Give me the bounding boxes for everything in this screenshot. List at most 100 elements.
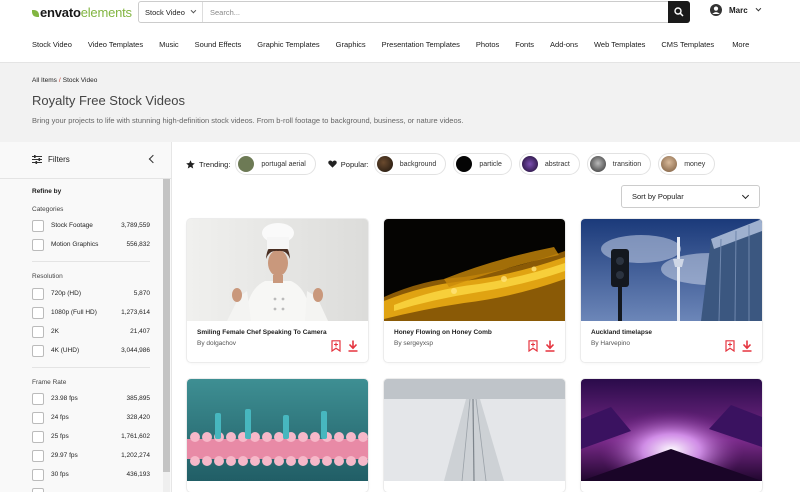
collapse-sidebar-icon[interactable] xyxy=(148,154,158,164)
bookmark-add-icon[interactable] xyxy=(331,340,341,352)
bookmark-add-icon[interactable] xyxy=(725,340,735,352)
video-card[interactable] xyxy=(384,379,565,492)
video-card[interactable] xyxy=(581,379,762,492)
video-thumbnail[interactable] xyxy=(581,219,762,321)
checkbox[interactable] xyxy=(32,238,44,251)
popular-chip[interactable]: money xyxy=(658,153,716,175)
sort-dropdown[interactable]: Sort by Popular xyxy=(621,185,760,208)
checkbox[interactable] xyxy=(32,287,44,300)
filter-option[interactable]: 720p (HD) 5,870 xyxy=(32,287,150,300)
breadcrumb: All Items / Stock Video xyxy=(32,77,98,84)
chip-thumbnail xyxy=(589,156,606,172)
nav-graphic-templates[interactable]: Graphic Templates xyxy=(257,40,319,49)
nav-web-templates[interactable]: Web Templates xyxy=(594,40,645,49)
checkbox[interactable] xyxy=(32,468,44,481)
filter-option[interactable]: 29.97 fps 1,202,274 xyxy=(32,449,150,462)
video-title[interactable]: Honey Flowing on Honey Comb xyxy=(394,329,492,336)
nav-sound-effects[interactable]: Sound Effects xyxy=(195,40,242,49)
search-bar: Stock Video xyxy=(138,1,690,23)
filter-option[interactable]: Motion Graphics 556,832 xyxy=(32,238,150,251)
breadcrumb-current: Stock Video xyxy=(62,77,98,84)
filter-option[interactable]: 1080p (Full HD) 1,273,614 xyxy=(32,306,150,319)
trending-label: Trending: xyxy=(186,160,230,169)
chip-thumbnail xyxy=(238,156,255,172)
video-card[interactable]: Auckland timelapse By Harvepino xyxy=(581,219,762,362)
user-name: Marc xyxy=(729,5,748,15)
chevron-down-icon xyxy=(741,191,750,200)
breadcrumb-all-items[interactable]: All Items xyxy=(32,77,57,84)
download-icon[interactable] xyxy=(742,340,752,352)
video-thumbnail[interactable] xyxy=(384,379,565,481)
popular-chip[interactable]: background xyxy=(373,153,447,175)
scrollbar-thumb[interactable] xyxy=(163,179,170,472)
video-card[interactable]: Smiling Female Chef Speaking To Camera B… xyxy=(187,219,368,362)
search-button[interactable] xyxy=(668,1,690,23)
video-card[interactable] xyxy=(187,379,368,492)
filter-option[interactable]: 25 fps 1,761,602 xyxy=(32,430,150,443)
checkbox[interactable] xyxy=(32,430,44,443)
filters-sidebar: Filters Refine by Categories Stock Foota… xyxy=(0,142,172,492)
checkbox[interactable] xyxy=(32,325,44,338)
chip-thumbnail xyxy=(521,156,538,172)
popular-chip[interactable]: transition xyxy=(586,153,652,175)
user-menu[interactable]: Marc xyxy=(710,4,761,16)
category-dropdown[interactable]: Stock Video xyxy=(139,2,203,22)
video-card[interactable]: Honey Flowing on Honey Comb By sergeyxsp xyxy=(384,219,565,362)
filters-header: Filters xyxy=(32,155,70,164)
hero-banner: All Items / Stock Video Royalty Free Stock… xyxy=(0,62,800,142)
search-input[interactable] xyxy=(203,2,668,22)
checkbox[interactable] xyxy=(32,487,44,492)
nav-fonts[interactable]: Fonts xyxy=(515,40,534,49)
frame-rate-title: Frame Rate xyxy=(32,379,67,386)
nav-music[interactable]: Music xyxy=(159,40,179,49)
checkbox[interactable] xyxy=(32,449,44,462)
envato-logo[interactable]: envato elements xyxy=(32,5,132,20)
download-icon[interactable] xyxy=(545,340,555,352)
nav-cms-templates[interactable]: CMS Templates xyxy=(661,40,714,49)
checkbox[interactable] xyxy=(32,344,44,357)
popular-label: Popular: xyxy=(328,160,369,169)
popular-chip[interactable]: particle xyxy=(453,153,512,175)
bookmark-add-icon[interactable] xyxy=(528,340,538,352)
nav-presentation-templates[interactable]: Presentation Templates xyxy=(382,40,460,49)
filter-option[interactable]: 23.98 fps 385,895 xyxy=(32,392,150,405)
filter-option[interactable]: 2K 21,407 xyxy=(32,325,150,338)
popular-chip[interactable]: abstract xyxy=(518,153,580,175)
video-author[interactable]: By dolgachov xyxy=(197,340,236,347)
video-thumbnail[interactable] xyxy=(187,379,368,481)
checkbox[interactable] xyxy=(32,392,44,405)
checkbox[interactable] xyxy=(32,306,44,319)
video-author[interactable]: By Harvepino xyxy=(591,340,630,347)
video-thumbnail[interactable] xyxy=(187,219,368,321)
nav-video-templates[interactable]: Video Templates xyxy=(88,40,143,49)
filter-option[interactable] xyxy=(32,487,150,492)
trending-chip[interactable]: portugal aerial xyxy=(235,153,316,175)
heart-icon xyxy=(328,160,337,168)
page-title: Royalty Free Stock Videos xyxy=(32,93,185,108)
resolution-title: Resolution xyxy=(32,273,63,280)
divider xyxy=(32,367,150,368)
video-author[interactable]: By sergeyxsp xyxy=(394,340,433,347)
checkbox[interactable] xyxy=(32,411,44,424)
star-icon xyxy=(186,159,195,168)
divider xyxy=(32,261,150,262)
download-icon[interactable] xyxy=(348,340,358,352)
nav-photos[interactable]: Photos xyxy=(476,40,499,49)
video-title[interactable]: Smiling Female Chef Speaking To Camera xyxy=(197,329,327,336)
video-title[interactable]: Auckland timelapse xyxy=(591,329,652,336)
checkbox[interactable] xyxy=(32,219,44,232)
video-thumbnail[interactable] xyxy=(581,379,762,481)
filter-option[interactable]: 24 fps 328,420 xyxy=(32,411,150,424)
search-suggestions: Trending: portugal aerial Popular: backg… xyxy=(186,153,722,175)
filter-option[interactable]: Stock Footage 3,789,559 xyxy=(32,219,150,232)
nav-graphics[interactable]: Graphics xyxy=(336,40,366,49)
nav-more[interactable]: More xyxy=(732,40,749,49)
page-description: Bring your projects to life with stunnin… xyxy=(32,116,464,125)
chevron-down-icon xyxy=(755,5,761,12)
filter-option[interactable]: 30 fps 436,193 xyxy=(32,468,150,481)
top-bar: envatoelements Stock Video Marc xyxy=(0,0,800,26)
video-thumbnail[interactable] xyxy=(384,219,565,321)
nav-add-ons[interactable]: Add-ons xyxy=(550,40,578,49)
filter-option[interactable]: 4K (UHD) 3,044,986 xyxy=(32,344,150,357)
nav-stock-video[interactable]: Stock Video xyxy=(32,40,72,49)
